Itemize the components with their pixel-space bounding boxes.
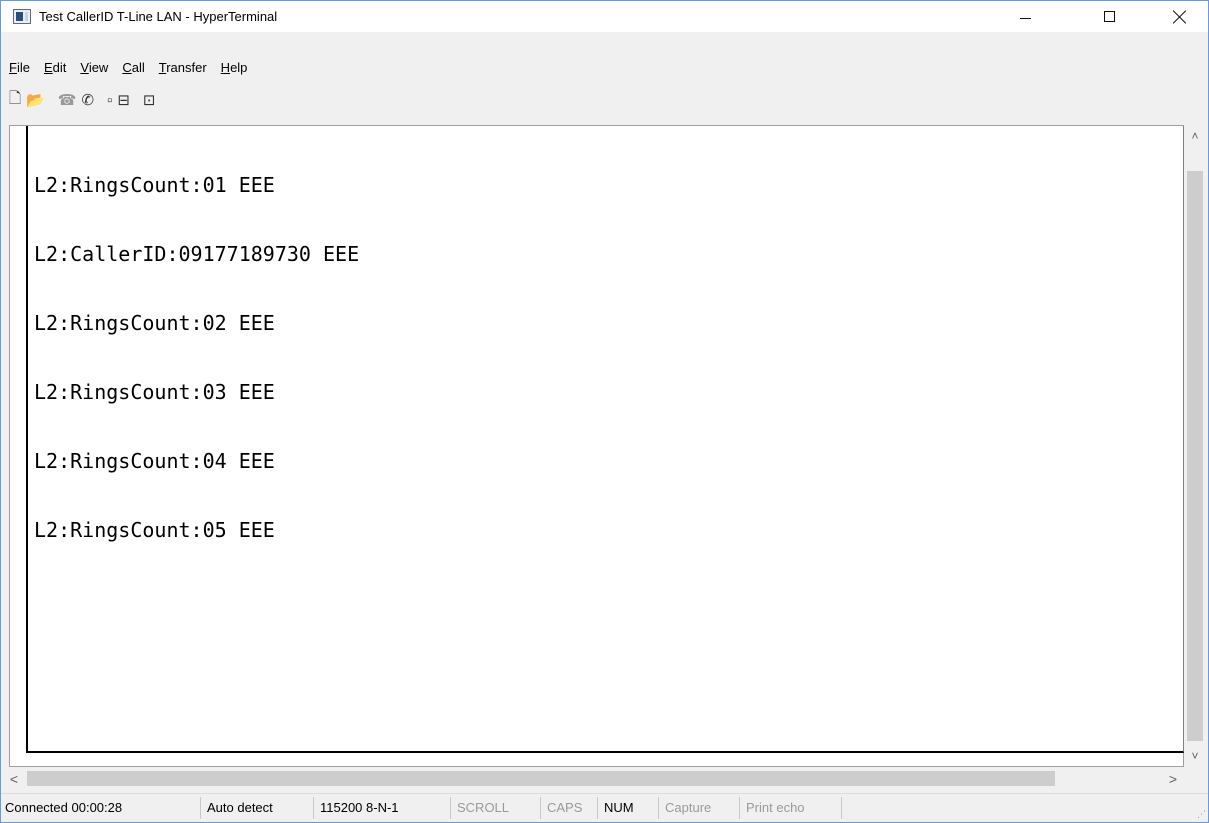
- terminal-line: L2:RingsCount:01 EEE: [34, 173, 275, 197]
- terminal-line: L2:RingsCount:03 EEE: [34, 380, 275, 404]
- chevron-up-icon: ˄: [1191, 129, 1199, 143]
- disconnect-button[interactable]: ✆: [81, 89, 94, 111]
- chevron-down-icon: ˅: [1191, 749, 1199, 763]
- menu-view-accel: V: [80, 59, 89, 75]
- maximize-icon: [1103, 11, 1115, 22]
- menu-call-rest: all: [131, 59, 145, 75]
- menu-view[interactable]: View: [78, 60, 110, 75]
- terminal-area[interactable]: L2:RingsCount:01 EEE L2:CallerID:0917718…: [9, 125, 1184, 767]
- menu-transfer[interactable]: Transfer: [157, 60, 209, 75]
- close-button[interactable]: [1157, 1, 1203, 32]
- menu-edit-rest: dit: [52, 59, 67, 75]
- menu-transfer-rest: ransfer: [166, 59, 207, 75]
- open-button[interactable]: 📂: [26, 89, 45, 111]
- scroll-right-button[interactable]: >: [1164, 768, 1182, 789]
- disconnect-icon: ✆: [81, 92, 95, 109]
- menu-file-accel: F: [9, 59, 17, 75]
- status-bar: Connected 00:00:28 Auto detect 115200 8-…: [1, 793, 1208, 822]
- menu-help-rest: elp: [230, 59, 248, 75]
- vertical-scrollbar[interactable]: ˄ ˅: [1184, 125, 1206, 767]
- scroll-left-button[interactable]: <: [5, 768, 23, 789]
- hyperterminal-window: Test CallerID T-Line LAN - HyperTerminal…: [0, 0, 1209, 823]
- toolbar: 🗋 📂 ☎ ✆ ▫ ⊟ ⊡: [1, 85, 1208, 115]
- terminal-line: L2:RingsCount:02 EEE: [34, 311, 275, 335]
- resize-grip-icon[interactable]: ⋰: [1194, 808, 1206, 820]
- status-scroll: SCROLL: [451, 797, 541, 819]
- scroll-up-button[interactable]: ˄: [1184, 125, 1206, 147]
- menu-help-accel: H: [220, 59, 231, 75]
- status-capture: Capture: [659, 797, 740, 819]
- menu-edit-accel: E: [43, 59, 53, 75]
- scroll-down-button[interactable]: ˅: [1184, 745, 1206, 767]
- menu-call-accel: C: [122, 59, 132, 75]
- receive-button[interactable]: ⊟: [117, 89, 130, 111]
- maximize-button[interactable]: [1086, 1, 1132, 32]
- terminal-screen[interactable]: L2:RingsCount:01 EEE L2:CallerID:0917718…: [26, 126, 1184, 753]
- properties-button[interactable]: ⊡: [143, 89, 156, 111]
- minimize-icon: [1019, 18, 1031, 19]
- hyperterminal-app-icon[interactable]: [13, 9, 31, 24]
- send-icon: ▫: [107, 91, 113, 109]
- horizontal-scrollbar[interactable]: < >: [1, 768, 1208, 789]
- chevron-right-icon: >: [1168, 770, 1178, 787]
- status-detect: Auto detect: [201, 797, 314, 819]
- send-button[interactable]: ▫: [107, 89, 112, 111]
- horizontal-scroll-thumb[interactable]: [27, 771, 1055, 786]
- call-button[interactable]: ☎: [58, 89, 77, 111]
- status-caps: CAPS: [541, 797, 598, 819]
- chevron-left-icon: <: [9, 770, 19, 787]
- menu-view-rest: iew: [88, 59, 109, 75]
- vertical-scroll-thumb[interactable]: [1187, 171, 1203, 741]
- terminal-output: L2:RingsCount:01 EEE L2:CallerID:0917718…: [34, 128, 359, 588]
- terminal-line: L2:RingsCount:05 EEE: [34, 518, 275, 542]
- status-connected: Connected 00:00:28: [1, 797, 201, 819]
- menu-help[interactable]: Help: [219, 60, 250, 75]
- menu-bar: File Edit View Call Transfer Help: [1, 55, 1208, 79]
- new-connection-button[interactable]: 🗋: [9, 89, 21, 111]
- menu-edit[interactable]: Edit: [42, 60, 68, 75]
- menu-call[interactable]: Call: [120, 60, 146, 75]
- phone-icon: ☎: [57, 92, 77, 109]
- minimize-button[interactable]: [1002, 1, 1048, 32]
- status-num: NUM: [598, 797, 659, 819]
- title-bar: Test CallerID T-Line LAN - HyperTerminal: [1, 1, 1208, 32]
- receive-icon: ⊟: [117, 92, 130, 109]
- status-print-echo: Print echo: [740, 797, 842, 819]
- menu-file-rest: ile: [16, 59, 30, 75]
- terminal-line: L2:RingsCount:04 EEE: [34, 449, 275, 473]
- menu-file[interactable]: File: [7, 60, 32, 75]
- open-folder-icon: 📂: [26, 92, 45, 109]
- status-settings: 115200 8-N-1: [314, 797, 451, 819]
- window-title: Test CallerID T-Line LAN - HyperTerminal: [39, 9, 278, 24]
- new-document-icon: 🗋: [9, 89, 22, 107]
- terminal-line: L2:CallerID:09177189730 EEE: [34, 242, 360, 266]
- close-icon: [1173, 10, 1187, 24]
- properties-icon: ⊡: [142, 92, 156, 109]
